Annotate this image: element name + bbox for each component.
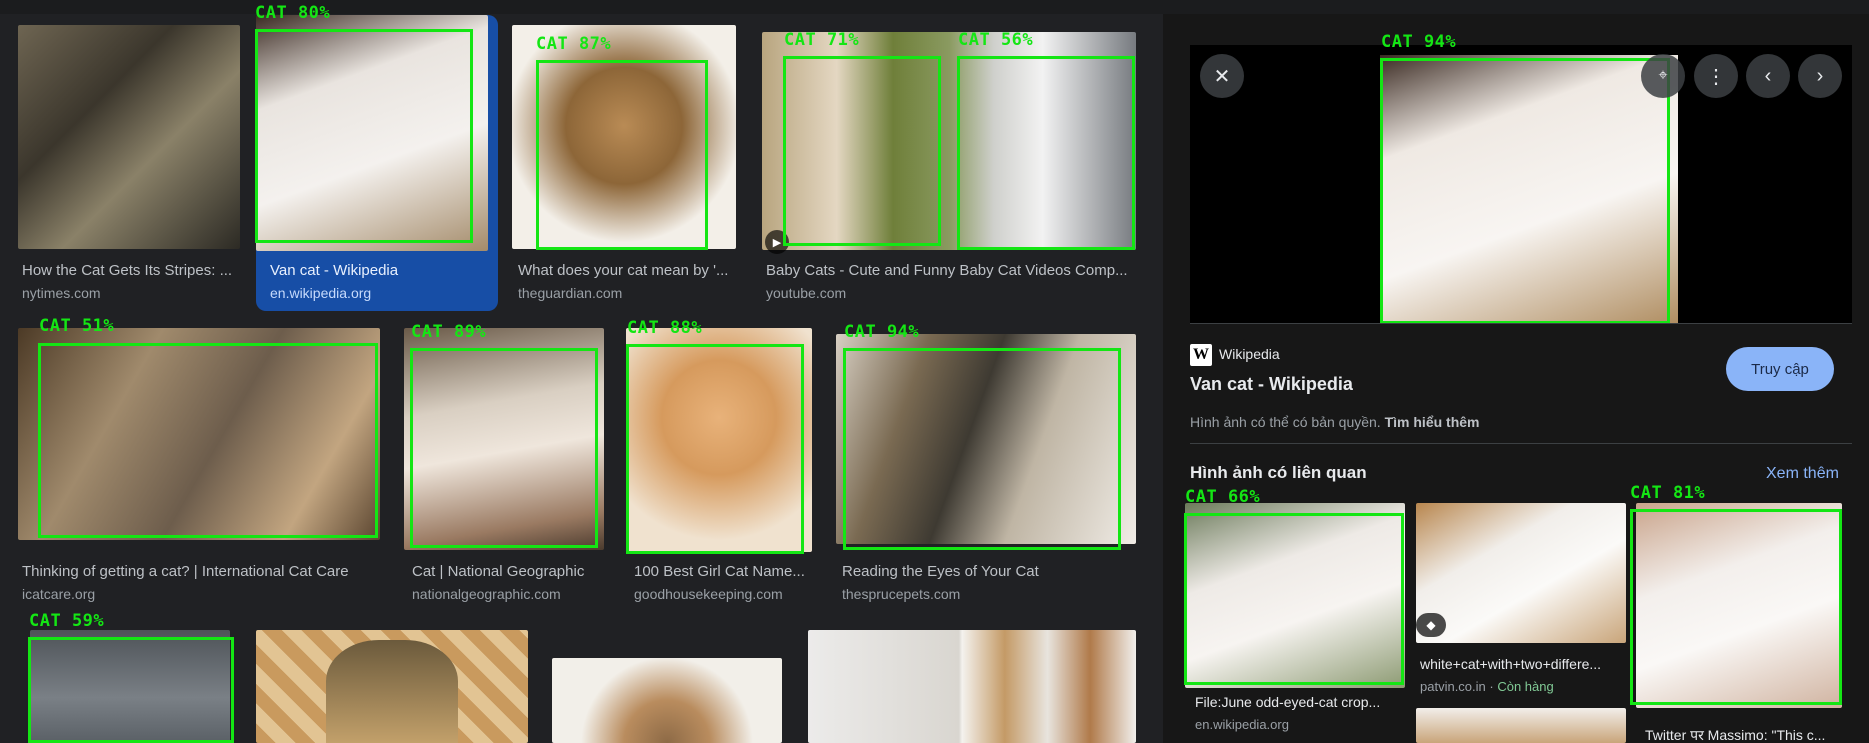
related-source-site[interactable]: patvin.co.in xyxy=(1420,679,1486,694)
detection-box xyxy=(255,29,473,243)
copyright-notice: Hình ảnh có thể có bản quyền. Tìm hiểu t… xyxy=(1190,414,1480,430)
related-image[interactable] xyxy=(1416,503,1626,643)
result-source[interactable]: icatcare.org xyxy=(22,586,95,602)
detection-box xyxy=(410,348,598,548)
wikipedia-logo: W xyxy=(1190,344,1212,366)
result-image[interactable] xyxy=(18,25,240,249)
detection-box xyxy=(783,56,941,246)
detection-box xyxy=(1380,58,1670,324)
result-image[interactable] xyxy=(256,630,528,743)
detection-box xyxy=(1184,513,1404,685)
result-source[interactable]: nytimes.com xyxy=(22,285,101,301)
result-title[interactable]: Reading the Eyes of Your Cat xyxy=(842,563,1132,580)
price-tag-icon[interactable]: ◆ xyxy=(1416,613,1446,637)
related-title[interactable]: File:June odd-eyed-cat crop... xyxy=(1195,694,1405,710)
result-image[interactable] xyxy=(552,658,782,743)
chevron-right-icon[interactable]: › xyxy=(1798,54,1842,98)
result-source[interactable]: youtube.com xyxy=(766,285,846,301)
related-title[interactable]: Twitter पर Massimo: "This c... xyxy=(1645,726,1845,743)
result-source[interactable]: en.wikipedia.org xyxy=(270,285,371,301)
detection-box xyxy=(957,56,1135,250)
divider xyxy=(1190,323,1852,324)
related-source[interactable]: en.wikipedia.org xyxy=(1195,717,1289,732)
result-source[interactable]: goodhousekeeping.com xyxy=(634,586,783,602)
related-image[interactable] xyxy=(1416,708,1626,743)
detection-label: CAT 89% xyxy=(411,322,487,342)
related-source[interactable]: patvin.co.in · Còn hàng xyxy=(1420,679,1554,694)
detection-box xyxy=(28,637,234,743)
result-title[interactable]: Cat | National Geographic xyxy=(412,563,612,580)
copyright-text: Hình ảnh có thể có bản quyền. xyxy=(1190,414,1381,430)
related-title[interactable]: white+cat+with+two+differe... xyxy=(1420,656,1625,672)
result-source[interactable]: theguardian.com xyxy=(518,285,622,301)
result-title[interactable]: What does your cat mean by '... xyxy=(518,262,740,279)
detection-label: CAT 87% xyxy=(536,34,612,54)
detection-label: CAT 88% xyxy=(627,318,703,338)
divider xyxy=(1190,443,1852,444)
more-vert-icon[interactable]: ⋮ xyxy=(1694,54,1738,98)
result-source[interactable]: nationalgeographic.com xyxy=(412,586,561,602)
detection-box xyxy=(843,348,1121,550)
related-heading: Hình ảnh có liên quan xyxy=(1190,463,1367,482)
stock-status: Còn hàng xyxy=(1497,679,1554,694)
detection-label: CAT 66% xyxy=(1185,487,1261,507)
result-title[interactable]: Baby Cats - Cute and Funny Baby Cat Vide… xyxy=(766,262,1136,279)
detection-label: CAT 81% xyxy=(1630,483,1706,503)
detection-label: CAT 71% xyxy=(784,30,860,50)
visit-button[interactable]: Truy cập xyxy=(1726,347,1834,391)
detection-label: CAT 51% xyxy=(39,316,115,336)
lens-icon[interactable]: ⌖ xyxy=(1641,54,1685,98)
detection-label: CAT 59% xyxy=(29,611,105,631)
result-title[interactable]: Thinking of getting a cat? | Internation… xyxy=(22,563,392,580)
result-source[interactable]: thesprucepets.com xyxy=(842,586,960,602)
result-title[interactable]: How the Cat Gets Its Stripes: ... xyxy=(22,262,244,279)
result-title[interactable]: 100 Best Girl Cat Name... xyxy=(634,563,814,580)
close-icon[interactable]: ✕ xyxy=(1200,54,1244,98)
detection-label: CAT 94% xyxy=(844,322,920,342)
detection-box xyxy=(626,344,804,554)
detection-box xyxy=(1630,509,1842,705)
detection-label: CAT 80% xyxy=(255,3,331,23)
site-name[interactable]: Wikipedia xyxy=(1219,346,1280,362)
detection-box xyxy=(38,343,378,538)
detection-label: CAT 56% xyxy=(958,30,1034,50)
result-title[interactable]: Van cat - Wikipedia xyxy=(270,262,490,279)
result-card-0[interactable]: How the Cat Gets Its Stripes: ... nytime… xyxy=(14,20,244,310)
detection-label: CAT 94% xyxy=(1381,32,1457,52)
chevron-left-icon[interactable]: ‹ xyxy=(1746,54,1790,98)
result-image[interactable] xyxy=(808,630,1136,743)
see-more-link[interactable]: Xem thêm xyxy=(1766,465,1839,483)
learn-more-link[interactable]: Tìm hiểu thêm xyxy=(1385,414,1480,430)
preview-title[interactable]: Van cat - Wikipedia xyxy=(1190,374,1353,395)
detection-box xyxy=(536,60,708,250)
